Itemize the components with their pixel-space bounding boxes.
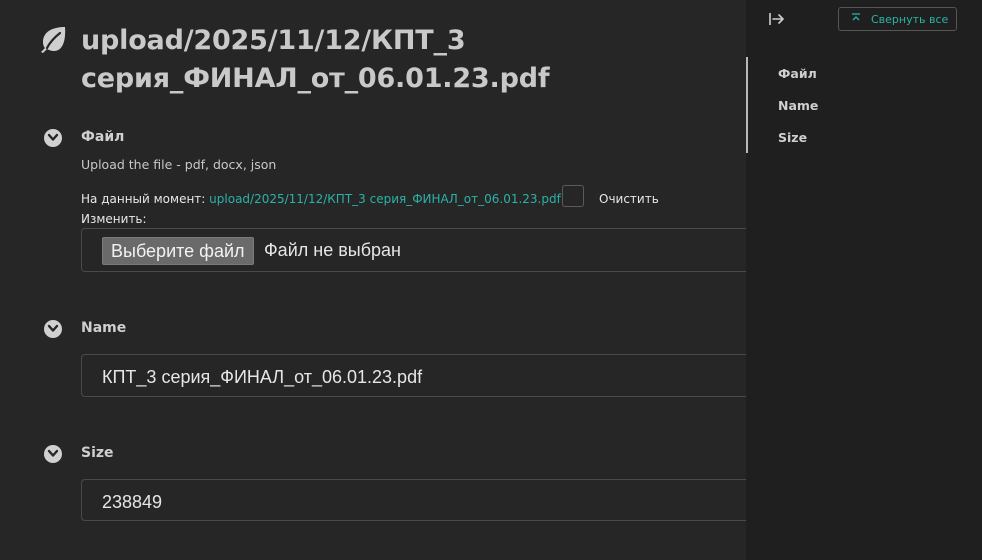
clear-label: Очистить [599,192,659,206]
toc-item-name[interactable]: Name [778,98,818,113]
file-status-text: Файл не выбран [264,240,401,260]
name-input-value: КПТ_3 серия_ФИНАЛ_от_06.01.23.pdf [102,367,423,387]
size-input[interactable]: 238849 [81,479,746,521]
side-panel: Свернуть все Файл Name Size [746,0,982,560]
chevron-down-icon [47,449,59,457]
chevron-down-icon [47,133,59,141]
toc-item-size[interactable]: Size [778,130,807,145]
collapse-panel-icon[interactable] [768,10,786,28]
name-section-toggle[interactable] [44,320,62,338]
main-content: upload/2025/11/12/КПТ_3 серия_ФИНАЛ_от_0… [0,0,746,560]
leaf-icon [38,24,68,54]
size-input-value: 238849 [102,492,163,512]
chevron-down-icon [47,324,59,332]
page-title: upload/2025/11/12/КПТ_3 серия_ФИНАЛ_от_0… [81,25,550,94]
toc-item-file[interactable]: Файл [778,66,817,81]
name-section-label: Name [81,320,127,336]
file-input[interactable]: Выберите файл Файл не выбран [81,228,746,272]
collapse-all-button[interactable]: Свернуть все [838,7,957,31]
name-input[interactable]: КПТ_3 серия_ФИНАЛ_от_06.01.23.pdf [81,354,746,397]
size-section-label: Size [81,445,114,461]
clear-checkbox[interactable] [562,185,584,207]
current-file-prefix: На данный момент: [81,192,206,206]
change-label: Изменить: [81,212,147,226]
size-section-toggle[interactable] [44,445,62,463]
file-section-toggle[interactable] [44,129,62,147]
collapse-up-icon [851,13,861,26]
choose-file-button[interactable]: Выберите файл [102,237,254,265]
toc-scroll-rail [746,57,748,153]
current-file-row: На данный момент: upload/2025/11/12/КПТ_… [81,192,561,206]
file-help-text: Upload the file - pdf, docx, json [81,157,277,172]
current-file-link[interactable]: upload/2025/11/12/КПТ_3 серия_ФИНАЛ_от_0… [209,192,561,206]
file-section-label: Файл [81,129,125,145]
collapse-all-label: Свернуть все [871,13,949,26]
